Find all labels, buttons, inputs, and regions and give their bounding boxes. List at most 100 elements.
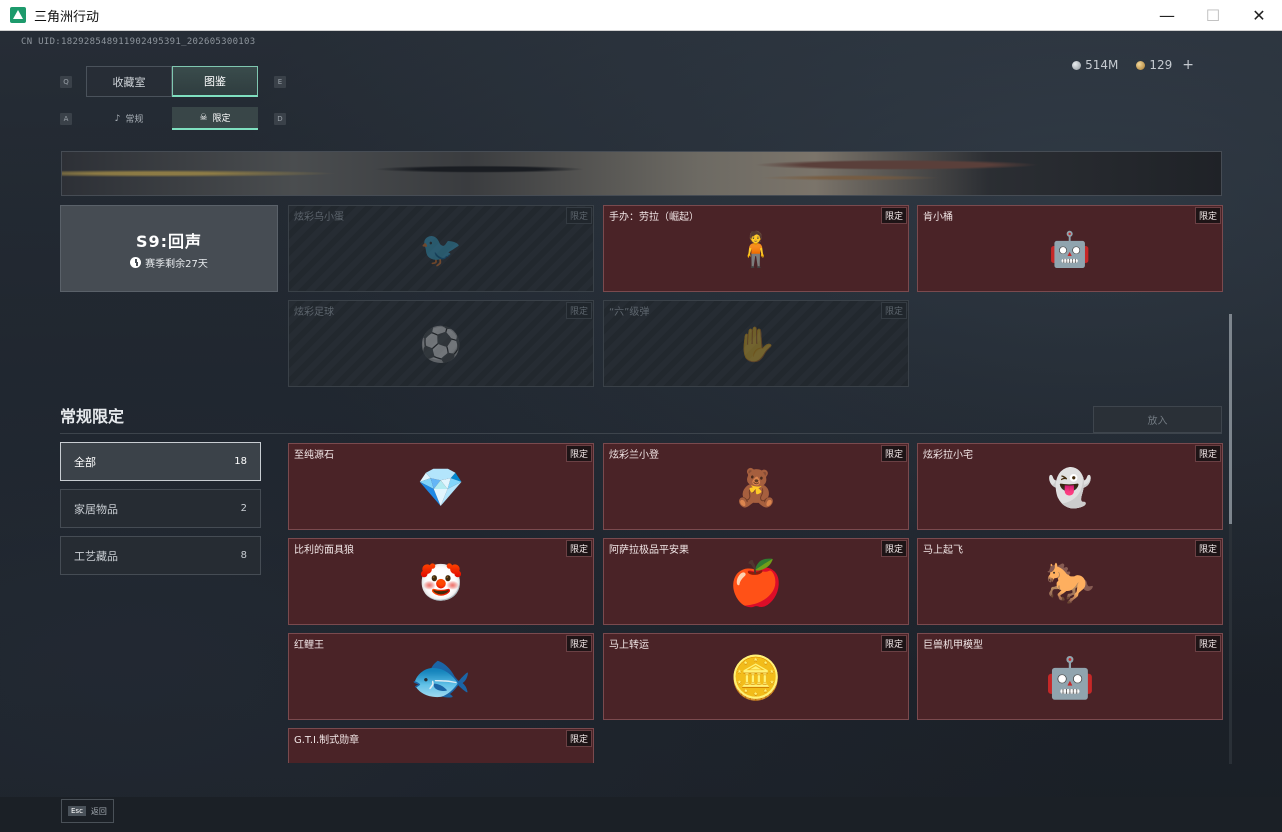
- gold-coin-icon: [1136, 60, 1146, 70]
- filter-count: 8: [240, 550, 247, 561]
- limited-tag: 限定: [880, 207, 907, 224]
- limited-tag: 限定: [565, 540, 592, 557]
- filter-crafts[interactable]: 工艺藏品 8: [60, 536, 261, 575]
- tab-regular[interactable]: ♪ 常规: [86, 107, 172, 130]
- minimize-button[interactable]: —: [1144, 0, 1190, 31]
- limited-tag: 限定: [1194, 445, 1221, 462]
- apple-icon: 🍎: [728, 558, 784, 610]
- lara-figure-icon: 🧍: [734, 230, 778, 271]
- back-label: 返回: [90, 806, 107, 816]
- collection-item-card[interactable]: 炫彩兰小登 限定 🧸: [603, 443, 909, 530]
- limited-tag: 限定: [880, 445, 907, 462]
- filter-label: 家居物品: [74, 502, 118, 516]
- clock-icon: [130, 256, 142, 268]
- app-logo-icon: [10, 7, 26, 23]
- filter-label: 工艺藏品: [74, 549, 118, 563]
- item-name: 红鲤王: [294, 640, 324, 651]
- bird-egg-icon: 🐦: [419, 230, 463, 271]
- window-titlebar: 三角洲行动 — ☐ ✕: [0, 0, 1282, 31]
- silver-coin-icon: [1072, 60, 1082, 70]
- add-currency-button[interactable]: +: [1182, 57, 1194, 73]
- currency-gold[interactable]: 129 +: [1136, 57, 1194, 73]
- item-name: 巨兽机甲模型: [923, 640, 983, 651]
- currency-gold-value: 129: [1149, 58, 1173, 72]
- season-remaining-text: 赛季剩余27天: [145, 258, 208, 270]
- item-name: 比利的面具狼: [294, 545, 354, 556]
- collection-item-card[interactable]: 至纯源石 限定 💎: [288, 443, 594, 530]
- tab-regular-label: 常规: [125, 115, 144, 125]
- soccer-ball-icon: ⚽: [419, 325, 463, 366]
- hand-icon: ✋: [734, 325, 778, 366]
- tab-limited-label: 限定: [212, 114, 231, 124]
- item-name: 肯小桶: [923, 212, 953, 223]
- maximize-button[interactable]: ☐: [1190, 0, 1236, 31]
- collection-item-card[interactable]: 红鲤王 限定 🐟: [288, 633, 594, 720]
- season-item-card[interactable]: 炫彩足球 限定 ⚽: [288, 300, 594, 387]
- limited-tag: 限定: [565, 445, 592, 462]
- filter-home-items[interactable]: 家居物品 2: [60, 489, 261, 528]
- sub-tabs: ♪ 常规 ☠ 限定: [86, 107, 258, 130]
- season-item-card[interactable]: “六”级弹 限定 ✋: [603, 300, 909, 387]
- main-tabs: 收藏室 图鉴: [86, 66, 258, 97]
- item-name: G.T.I.制式勋章: [294, 735, 360, 746]
- filter-count: 2: [240, 503, 247, 514]
- collection-item-card[interactable]: 巨兽机甲模型 限定 🤖: [917, 633, 1223, 720]
- collection-item-card[interactable]: 马上转运 限定 🪙: [603, 633, 909, 720]
- item-name: 至纯源石: [294, 450, 334, 461]
- season-title: S9:回声: [135, 231, 203, 251]
- codex-content[interactable]: S9:回声 赛季剩余27天 炫彩乌小蛋 限定 🐦 手办：劳拉（崛起） 限定 🧍 …: [60, 151, 1232, 763]
- item-name: 炫彩拉小宅: [923, 450, 973, 461]
- limited-tag: 限定: [1194, 635, 1221, 652]
- item-name: 阿萨拉极品平安果: [609, 545, 689, 556]
- currency-bar: 514M 129 +: [1072, 57, 1194, 73]
- hooded-figure-icon: 👻: [1047, 468, 1093, 510]
- limited-tag: 限定: [565, 635, 592, 652]
- esc-key-hint: Esc: [68, 806, 86, 816]
- key-hint-e: E: [274, 76, 286, 88]
- player-uid: CN UID:1829285489119024953​91_2026053001…: [21, 37, 256, 47]
- season-item-card[interactable]: 肯小桶 限定 🤖: [917, 205, 1223, 292]
- skull-icon: ☠: [199, 112, 208, 123]
- key-hint-a: A: [60, 113, 72, 125]
- doll-figure-icon: 🧸: [733, 468, 779, 510]
- collection-item-card[interactable]: 比利的面具狼 限定 🤡: [288, 538, 594, 625]
- key-hint-q: Q: [60, 76, 72, 88]
- season-item-card[interactable]: 手办：劳拉（崛起） 限定 🧍: [603, 205, 909, 292]
- limited-tag: 限定: [565, 207, 592, 224]
- section-title: 常规限定: [60, 407, 125, 426]
- collection-item-card[interactable]: G.T.I.制式勋章 限定 🏅: [288, 728, 594, 763]
- window-controls: — ☐ ✕: [1144, 0, 1282, 31]
- scrollbar-thumb[interactable]: [1229, 314, 1232, 524]
- horse-statue-icon: 🐎: [1045, 560, 1095, 607]
- season-item-card[interactable]: 炫彩乌小蛋 限定 🐦: [288, 205, 594, 292]
- limited-tag: 限定: [565, 730, 592, 747]
- item-name: 马上起飞: [923, 545, 963, 556]
- filter-all[interactable]: 全部 18: [60, 442, 261, 481]
- currency-silver: 514M: [1072, 57, 1118, 73]
- item-name: 炫彩兰小登: [609, 450, 659, 461]
- back-button[interactable]: Esc 返回: [61, 799, 114, 823]
- section-divider: [60, 433, 1222, 434]
- close-button[interactable]: ✕: [1236, 0, 1282, 31]
- filter-count: 18: [234, 456, 247, 467]
- bucket-figure-icon: 🤖: [1048, 230, 1092, 271]
- item-name: 炫彩乌小蛋: [294, 212, 344, 223]
- collection-item-card[interactable]: 马上起飞 限定 🐎: [917, 538, 1223, 625]
- collection-item-card[interactable]: 炫彩拉小宅 限定 👻: [917, 443, 1223, 530]
- tab-codex[interactable]: 图鉴: [172, 66, 258, 97]
- item-name: “六”级弹: [609, 307, 650, 318]
- tab-collection-room[interactable]: 收藏室: [86, 66, 172, 97]
- put-in-button[interactable]: 放入: [1093, 406, 1222, 433]
- season-banner-image: [61, 151, 1222, 196]
- limited-tag: 限定: [880, 302, 907, 319]
- tab-limited[interactable]: ☠ 限定: [172, 107, 258, 130]
- limited-tag: 限定: [880, 635, 907, 652]
- game-stage: CN UID:1829285489119024953​91_2026053001…: [0, 31, 1282, 832]
- item-name: 炫彩足球: [294, 307, 334, 318]
- collection-item-card[interactable]: 阿萨拉极品平安果 限定 🍎: [603, 538, 909, 625]
- limited-tag: 限定: [1194, 207, 1221, 224]
- season-card: S9:回声 赛季剩余27天: [60, 205, 278, 292]
- limited-tag: 限定: [565, 302, 592, 319]
- filter-label: 全部: [74, 455, 96, 469]
- limited-tag: 限定: [1194, 540, 1221, 557]
